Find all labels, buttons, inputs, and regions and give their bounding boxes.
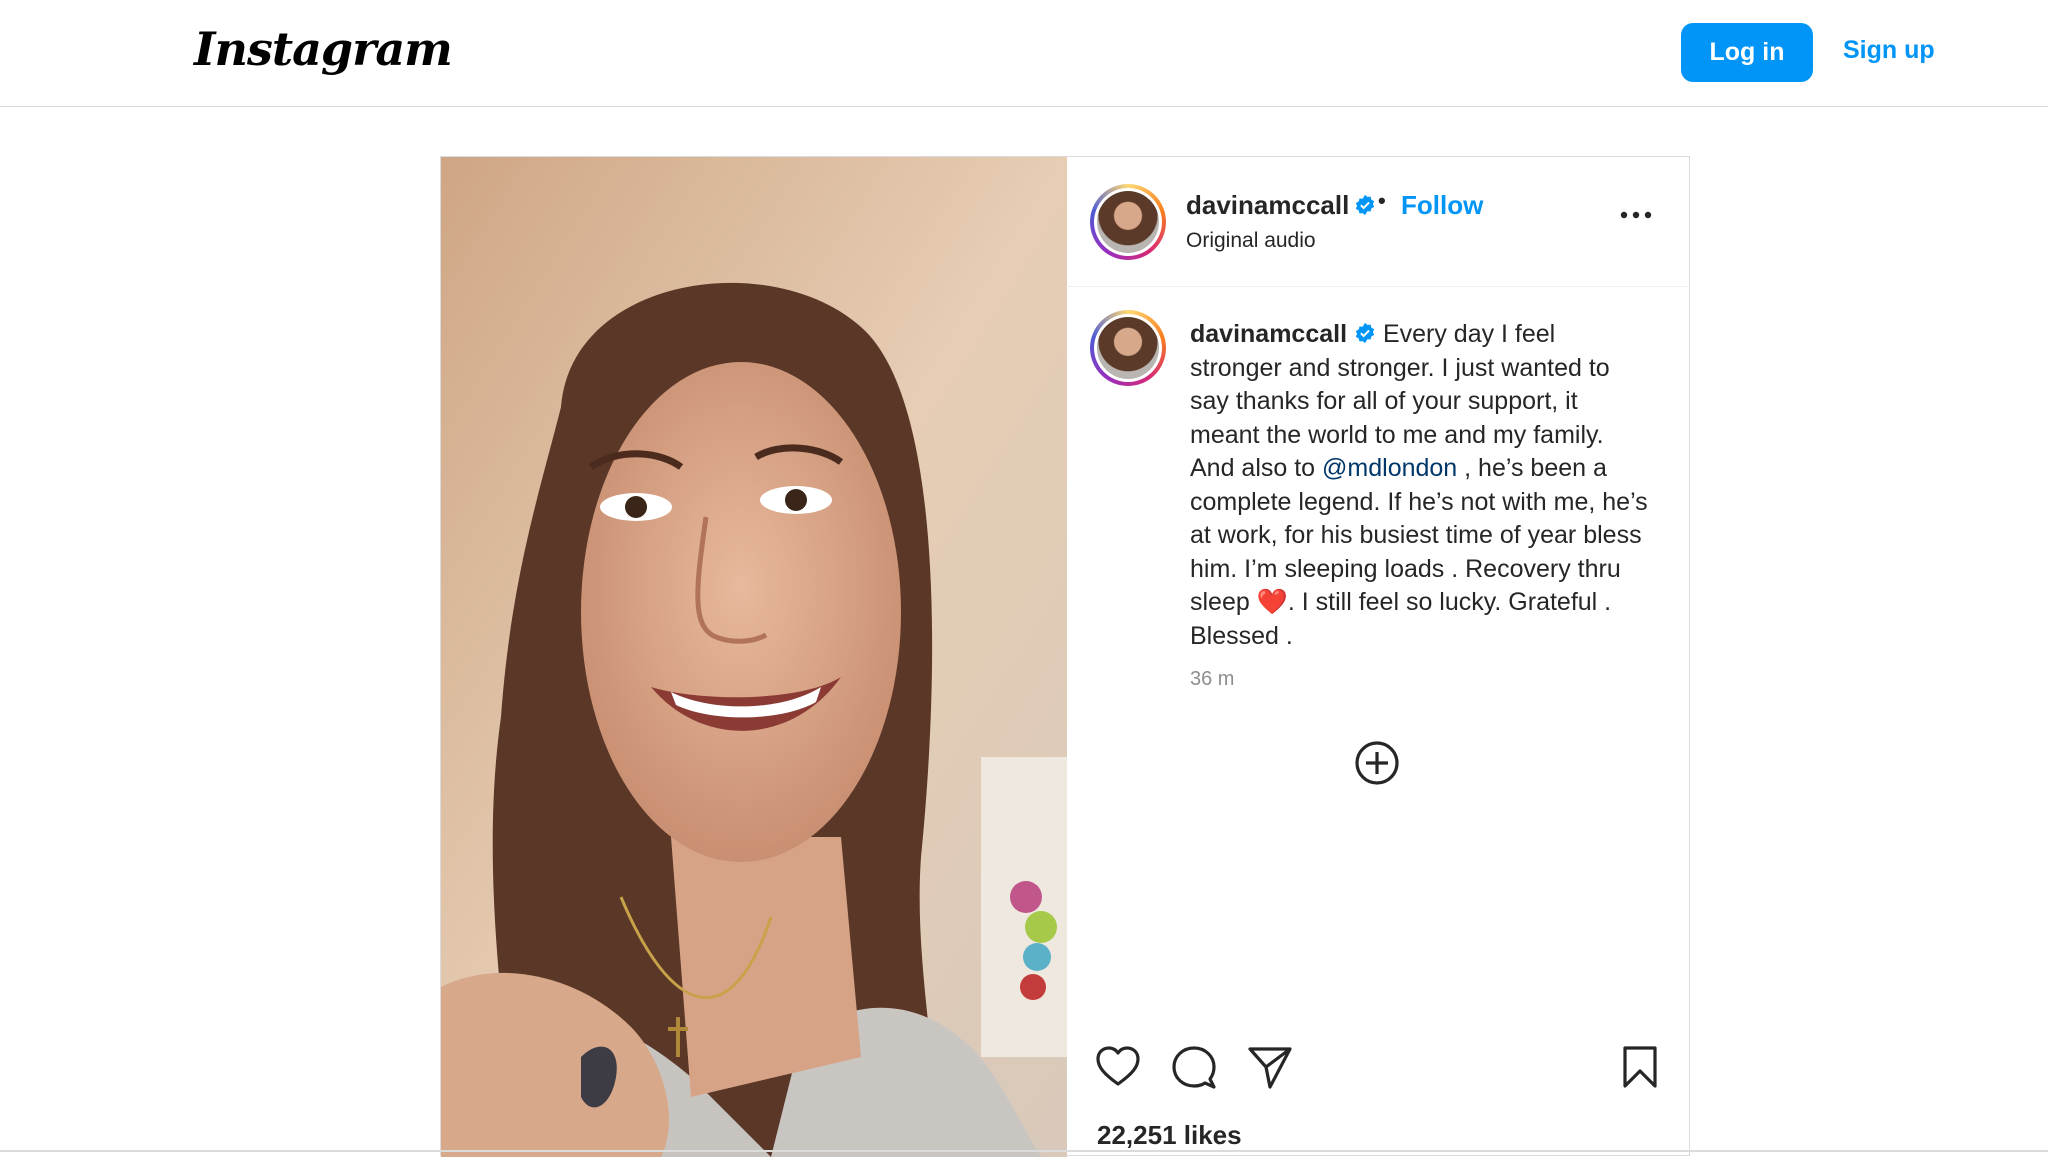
header-divider [1066, 286, 1690, 287]
heart-icon[interactable] [1094, 1043, 1142, 1091]
post-caption: davinamccall Every day I feel stronger a… [1190, 318, 1650, 653]
verified-icon [1355, 322, 1375, 344]
add-comment-icon[interactable] [1354, 740, 1400, 786]
author-avatar[interactable] [1090, 184, 1166, 260]
login-button[interactable]: Log in [1681, 23, 1813, 82]
post-card [440, 156, 1690, 1157]
top-nav-bar: Instagram Log in Sign up [0, 0, 2048, 107]
heart-emoji: ❤️ [1256, 588, 1288, 616]
comment-icon[interactable] [1170, 1043, 1218, 1091]
caption-avatar[interactable] [1090, 310, 1166, 386]
post-author: davinamccall [1186, 190, 1376, 221]
more-icon[interactable] [1620, 210, 1652, 220]
signup-link[interactable]: Sign up [1843, 36, 1935, 65]
follow-button[interactable]: Follow [1401, 190, 1483, 221]
likes-count[interactable]: 22,251 likes [1097, 1120, 1242, 1151]
author-username[interactable]: davinamccall [1186, 190, 1349, 220]
instagram-logo[interactable]: Instagram [194, 22, 453, 76]
bookmark-icon[interactable] [1616, 1043, 1664, 1091]
caption-username[interactable]: davinamccall [1190, 320, 1347, 348]
verified-icon [1355, 194, 1374, 216]
separator-dot: • [1378, 188, 1386, 213]
share-icon[interactable] [1246, 1043, 1294, 1091]
avatar-image [1097, 191, 1159, 253]
mention-link[interactable]: @mdlondon [1322, 454, 1457, 482]
video-frame-image [441, 157, 1067, 1157]
post-video[interactable] [441, 157, 1067, 1157]
audio-label[interactable]: Original audio [1186, 229, 1316, 253]
post-timestamp[interactable]: 36 m [1190, 668, 1234, 691]
avatar-image [1097, 317, 1159, 379]
